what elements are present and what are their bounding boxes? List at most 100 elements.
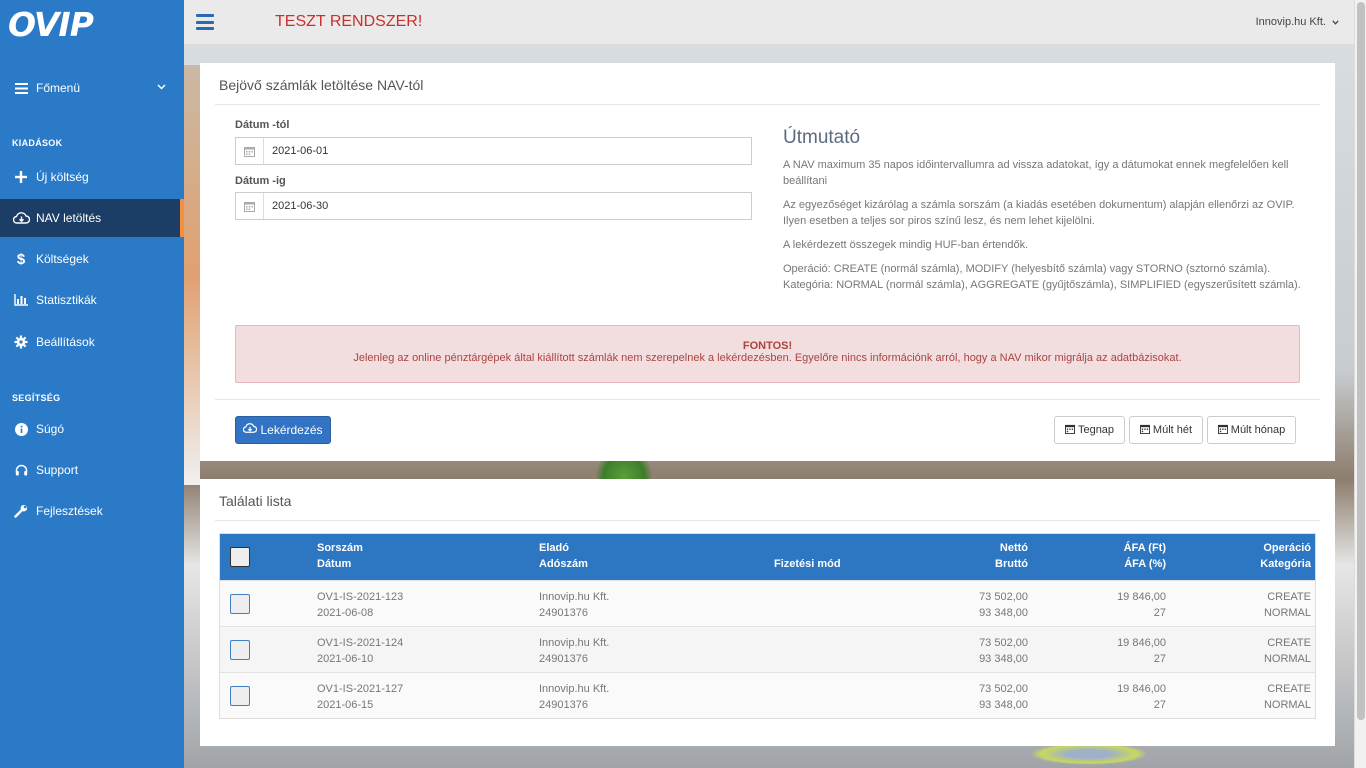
date-from-field[interactable] xyxy=(235,137,752,165)
scrollbar-thumb[interactable] xyxy=(1357,2,1365,720)
cell-operation: CREATE xyxy=(1267,591,1311,603)
sidebar-item-label: NAV letöltés xyxy=(36,211,102,225)
table-row[interactable]: OV1-IS-2021-124 2021-06-10 Innovip.hu Kf… xyxy=(220,626,1315,672)
row-checkbox[interactable] xyxy=(230,686,250,706)
table-body: OV1-IS-2021-123 2021-06-08 Innovip.hu Kf… xyxy=(220,580,1315,718)
chevron-down-icon xyxy=(157,82,166,93)
date-from-label: Dátum -tól xyxy=(235,119,290,131)
cell-vat-ft: 19 846,00 xyxy=(1117,683,1166,695)
cell-vat-pct: 27 xyxy=(1153,607,1166,619)
page-scrollbar[interactable] xyxy=(1354,0,1366,768)
sidebar-item-label: Statisztikák xyxy=(36,293,97,307)
system-title: TESZT RENDSZER! xyxy=(275,13,423,30)
cell-operation-category: CREATE NORMAL xyxy=(1264,589,1311,621)
app-logo[interactable]: OVIP xyxy=(8,8,94,41)
plus-icon xyxy=(12,171,30,183)
header-vat-ft: ÁFA (Ft) xyxy=(1123,542,1166,554)
sidebar-item-label: Súgó xyxy=(36,422,65,436)
header-vat-pct: ÁFA (%) xyxy=(1124,558,1166,570)
last-week-button-label: Múlt hét xyxy=(1152,424,1193,436)
cell-net: 73 502,00 xyxy=(979,637,1028,649)
cloud-download-icon xyxy=(12,211,30,225)
download-panel: Bejövő számlák letöltése NAV-tól Dátum -… xyxy=(200,63,1335,461)
cell-category: NORMAL xyxy=(1263,653,1311,665)
sidebar-section-expenses: KIADÁSOK xyxy=(12,138,63,148)
header-seller: Eladó xyxy=(539,542,569,554)
sidebar-item-label: Support xyxy=(36,463,79,477)
cell-seller-taxno: Innovip.hu Kft. 24901376 xyxy=(539,681,609,713)
header-serial: Sorszám xyxy=(317,542,363,554)
header-serial-date[interactable]: Sorszám Dátum xyxy=(317,540,363,572)
select-all-checkbox[interactable] xyxy=(230,547,250,567)
table-row[interactable]: OV1-IS-2021-127 2021-06-15 Innovip.hu Kf… xyxy=(220,672,1315,718)
wrench-icon xyxy=(12,504,30,518)
cell-serial-date: OV1-IS-2021-127 2021-06-15 xyxy=(317,681,403,713)
guide-paragraph-1: A NAV maximum 35 napos időintervallumra … xyxy=(783,159,1289,187)
cell-net-gross: 73 502,00 93 348,00 xyxy=(979,589,1028,621)
cell-serial: OV1-IS-2021-127 xyxy=(317,683,404,695)
company-dropdown[interactable]: Innovip.hu Kft. xyxy=(1256,16,1339,28)
sidebar-item-support[interactable]: Support xyxy=(0,451,184,489)
header-gross: Bruttó xyxy=(995,558,1028,570)
date-to-field[interactable] xyxy=(235,192,752,220)
cell-vat: 19 846,00 27 xyxy=(1117,681,1166,713)
alert-title: FONTOS! xyxy=(742,340,793,352)
cell-operation: CREATE xyxy=(1267,683,1311,695)
header-net-gross[interactable]: Nettó Bruttó xyxy=(995,540,1028,572)
cell-operation-category: CREATE NORMAL xyxy=(1264,635,1311,667)
date-to-label: Dátum -ig xyxy=(235,175,286,187)
cell-serial-date: OV1-IS-2021-124 2021-06-10 xyxy=(317,635,403,667)
cell-gross: 93 348,00 xyxy=(979,653,1028,665)
background-pillar xyxy=(184,65,200,485)
header-seller-taxno[interactable]: Eladó Adószám xyxy=(539,540,588,572)
panel-divider xyxy=(215,520,1320,521)
last-month-button[interactable]: Múlt hónap xyxy=(1207,416,1296,444)
cell-operation: CREATE xyxy=(1267,637,1311,649)
guide-title: Útmutató xyxy=(783,127,861,148)
cell-seller: Innovip.hu Kft. xyxy=(539,591,610,603)
sidebar-item-statistics[interactable]: Statisztikák xyxy=(0,281,184,319)
cell-gross: 93 348,00 xyxy=(979,607,1028,619)
query-button-label: Lekérdezés xyxy=(260,423,323,437)
last-week-button[interactable]: Múlt hét xyxy=(1129,416,1203,444)
header-vat[interactable]: ÁFA (Ft) ÁFA (%) xyxy=(1124,540,1166,572)
header-operation-category[interactable]: Operáció Kategória xyxy=(1260,540,1311,572)
header-operation: Operáció xyxy=(1263,542,1311,554)
sidebar-item-main-menu[interactable]: Főmenü xyxy=(0,69,184,107)
sidebar-item-nav-download[interactable]: NAV letöltés xyxy=(0,199,184,237)
row-checkbox[interactable] xyxy=(230,640,250,660)
cell-seller: Innovip.hu Kft. xyxy=(539,637,610,649)
yesterday-button-label: Tegnap xyxy=(1077,424,1115,436)
cell-tax-no: 24901376 xyxy=(539,607,588,619)
cell-vat-ft: 19 846,00 xyxy=(1117,637,1166,649)
sidebar-item-help[interactable]: Súgó xyxy=(0,410,184,448)
calendar-icon xyxy=(236,138,264,164)
header-category: Kategória xyxy=(1260,558,1311,570)
headset-icon xyxy=(12,464,30,477)
header-payment[interactable]: Fizetési mód xyxy=(774,556,841,572)
sidebar-item-label: Költségek xyxy=(36,252,89,266)
cell-tax-no: 24901376 xyxy=(539,653,588,665)
guide-paragraph-3: A lekérdezett összegek mindig HUF-ban ér… xyxy=(783,239,1029,251)
query-button[interactable]: Lekérdezés xyxy=(235,416,331,444)
hamburger-menu-icon[interactable] xyxy=(196,14,214,30)
cell-operation-category: CREATE NORMAL xyxy=(1264,681,1311,713)
sidebar-item-label: Főmenü xyxy=(36,81,81,95)
row-checkbox[interactable] xyxy=(230,594,250,614)
sidebar-item-settings[interactable]: Beállítások xyxy=(0,323,184,361)
dollar-icon: $ xyxy=(16,250,26,268)
results-table: Sorszám Dátum Eladó Adószám Fizetési mód… xyxy=(219,533,1316,719)
table-row[interactable]: OV1-IS-2021-123 2021-06-08 Innovip.hu Kf… xyxy=(220,580,1315,626)
cell-net: 73 502,00 xyxy=(979,591,1028,603)
cell-vat-pct: 27 xyxy=(1153,699,1166,711)
cell-tax-no: 24901376 xyxy=(539,699,588,711)
cell-seller: Innovip.hu Kft. xyxy=(539,683,610,695)
date-from-input[interactable] xyxy=(264,145,744,157)
sidebar-item-developments[interactable]: Fejlesztések xyxy=(0,492,184,530)
yesterday-button[interactable]: Tegnap xyxy=(1054,416,1125,444)
sidebar-item-expenses[interactable]: $ Költségek xyxy=(0,240,184,278)
sidebar-item-new-expense[interactable]: Új költség xyxy=(0,158,184,196)
cell-net: 73 502,00 xyxy=(979,683,1028,695)
calendar-icon xyxy=(236,193,264,219)
date-to-input[interactable] xyxy=(264,200,744,212)
